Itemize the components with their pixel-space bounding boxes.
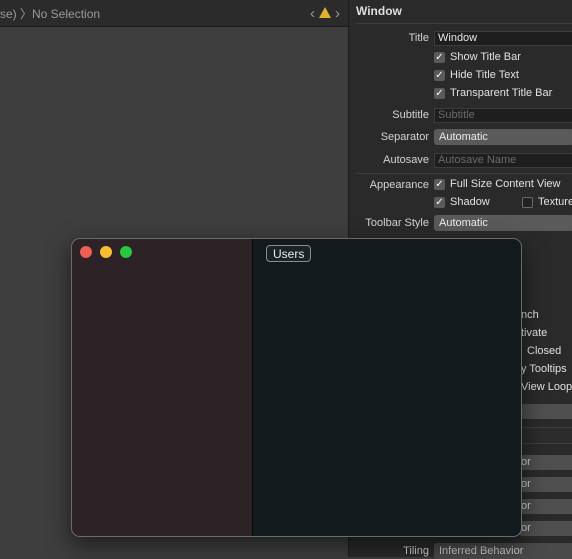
chevron-left-icon[interactable]: ‹ — [310, 5, 315, 22]
separator-label: Separator — [380, 131, 429, 143]
partial-popup[interactable]: or — [519, 455, 572, 470]
checkmark-icon: ✓ — [434, 196, 445, 208]
toolbar-style-popup[interactable]: Automatic — [434, 215, 572, 231]
full-size-content-view-checkbox[interactable]: ✓ Full Size Content View — [434, 178, 560, 190]
checkmark-icon: ✓ — [434, 178, 445, 190]
subtitle-field[interactable]: Subtitle — [434, 108, 572, 123]
partial-popup[interactable] — [519, 404, 572, 419]
window-preview[interactable]: Users — [71, 238, 522, 537]
checkmark-icon: ✓ — [434, 87, 445, 99]
autosave-label: Autosave — [383, 154, 429, 166]
close-button[interactable] — [80, 246, 92, 258]
transparent-title-bar-checkbox[interactable]: ✓ Transparent Title Bar — [434, 87, 552, 99]
textured-checkbox[interactable]: Texture — [522, 196, 572, 208]
partial-option-view-loop: View Loop — [521, 381, 572, 393]
users-button[interactable]: Users — [266, 245, 312, 262]
partial-option-closed: Closed — [527, 345, 562, 357]
autosave-field[interactable]: Autosave Name — [434, 153, 572, 168]
appearance-label: Appearance — [369, 179, 429, 191]
partial-popup[interactable]: or — [519, 521, 572, 536]
show-title-bar-checkbox[interactable]: ✓ Show Title Bar — [434, 51, 521, 63]
issue-navigator: ‹ › — [310, 3, 340, 23]
separator-popup[interactable]: Automatic — [434, 129, 572, 145]
section-divider — [356, 23, 572, 24]
jump-bar: se) 〉No Selection ‹ › — [0, 0, 348, 27]
section-divider — [356, 173, 572, 174]
inspector-section-title: Window — [356, 4, 402, 18]
warning-icon[interactable] — [319, 6, 331, 18]
partial-option-activate: tivate — [521, 327, 548, 339]
hide-title-text-checkbox[interactable]: ✓ Hide Title Text — [434, 69, 519, 81]
partial-popup[interactable]: or — [519, 477, 572, 492]
checkmark-icon: ✓ — [434, 69, 445, 81]
partial-option-tooltips: y Tooltips — [521, 363, 567, 375]
partial-option-launch: nch — [521, 309, 539, 321]
preview-sidebar — [72, 239, 252, 536]
breadcrumb[interactable]: se) 〉No Selection — [0, 5, 100, 22]
title-field[interactable]: Window — [434, 31, 572, 46]
preview-content — [253, 239, 521, 536]
tiling-label: Tiling — [403, 545, 429, 557]
subtitle-label: Subtitle — [392, 109, 429, 121]
minimize-button[interactable] — [100, 246, 112, 258]
zoom-button[interactable] — [120, 246, 132, 258]
shadow-checkbox[interactable]: ✓ Shadow — [434, 196, 490, 208]
checkmark-icon: ✓ — [434, 51, 445, 63]
partial-field[interactable] — [519, 427, 572, 444]
title-label: Title — [408, 32, 429, 44]
toolbar-style-label: Toolbar Style — [365, 217, 429, 229]
chevron-right-icon[interactable]: › — [335, 5, 340, 22]
partial-popup[interactable]: or — [519, 499, 572, 514]
